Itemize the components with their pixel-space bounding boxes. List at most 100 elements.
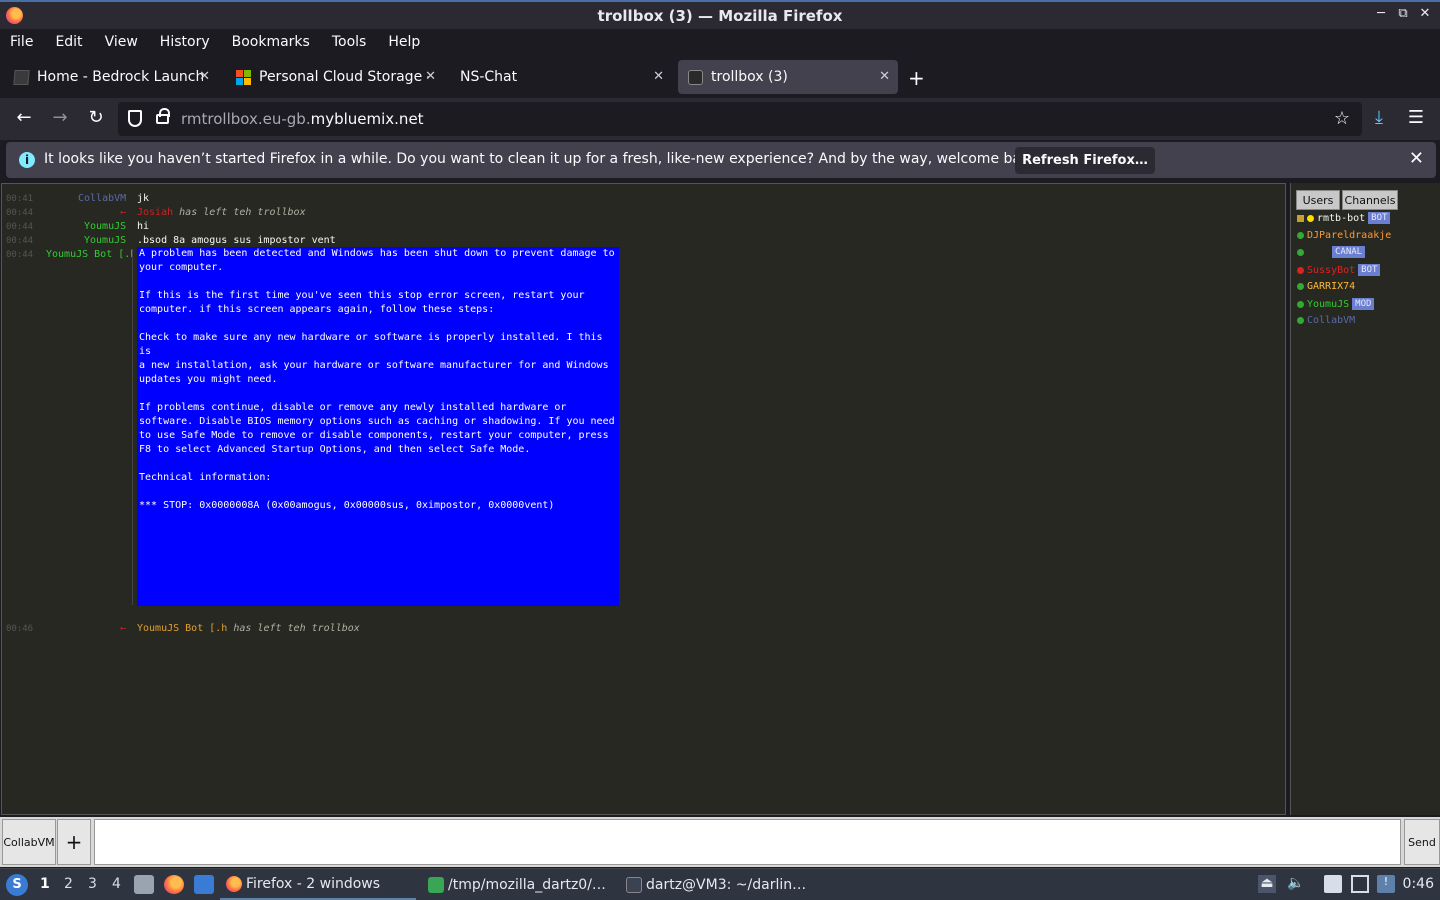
trollbox-shield-icon	[688, 69, 703, 85]
info-icon: i	[19, 152, 35, 168]
clipboard-icon[interactable]	[1324, 875, 1342, 893]
user-item[interactable]: DJPareldraakje	[1297, 227, 1391, 243]
chat-message: 00:41 CollabVM jk	[2, 192, 1282, 206]
message-text: YoumuJS Bot [.h has left teh trollbox	[137, 623, 360, 634]
file-archive-icon	[428, 876, 444, 893]
page-content: 00:41 CollabVM jk 00:44 ← Josiah has lef…	[0, 183, 1440, 868]
chat-log[interactable]: 00:41 CollabVM jk 00:44 ← Josiah has lef…	[1, 183, 1286, 815]
restore-icon[interactable]: ⧉	[1396, 5, 1410, 23]
close-tab-icon[interactable]: ✕	[879, 69, 890, 84]
task-archive[interactable]: /tmp/mozilla_dartz0/…	[424, 869, 614, 900]
task-terminal[interactable]: dartz@VM3: ~/darlin…	[622, 869, 812, 900]
lock-icon[interactable]	[156, 108, 170, 124]
chat-message: 00:44 YoumuJS .bsod 8a amogus sus impost…	[2, 234, 1282, 248]
bsod-paragraph: If this is the first time you've seen th…	[139, 290, 585, 315]
user-sidebar: Users Channels rmtb-bot BOT DJPareldraak…	[1290, 183, 1440, 815]
chat-message: 00:44 ← Josiah has left teh trollbox	[2, 206, 1282, 220]
forward-arrow-icon[interactable]: →	[48, 107, 72, 128]
message-nick[interactable]: YoumuJS	[84, 221, 126, 232]
user-item[interactable]: CollabVM	[1297, 312, 1355, 328]
task-label: Firefox - 2 windows	[246, 875, 381, 892]
downloads-icon[interactable]: ⤓	[1367, 107, 1391, 128]
tab-trollbox[interactable]: trollbox (3) ✕	[678, 60, 898, 94]
tracking-protection-shield-icon[interactable]	[128, 110, 142, 127]
message-text: .bsod 8a amogus sus impostor vent	[137, 235, 336, 246]
task-label: dartz@VM3: ~/darlin…	[646, 876, 807, 893]
address-bar[interactable]: rmtrollbox.eu-gb.mybluemix.net ☆	[118, 102, 1362, 136]
menu-history[interactable]: History	[160, 34, 210, 50]
tab-users[interactable]: Users	[1296, 190, 1340, 210]
message-nick[interactable]: CollabVM	[78, 193, 126, 204]
message-nick[interactable]: YoumuJS Bot [.h	[46, 249, 132, 260]
tab-bedrock-launcher[interactable]: Home - Bedrock Launche ✕	[4, 60, 218, 94]
window-controls: ─ ⧉ ✕	[1374, 5, 1432, 23]
close-tab-icon[interactable]: ✕	[199, 69, 210, 84]
tab-strip: Home - Bedrock Launche ✕ Personal Cloud …	[0, 56, 1440, 98]
message-input[interactable]	[94, 819, 1401, 865]
hamburger-menu-icon[interactable]: ☰	[1404, 107, 1428, 128]
refresh-firefox-button[interactable]: Refresh Firefox…	[1015, 147, 1155, 174]
message-nick[interactable]: YoumuJS	[84, 235, 126, 246]
firefox-launcher-icon[interactable]	[164, 875, 184, 894]
task-firefox[interactable]: Firefox - 2 windows	[220, 869, 416, 900]
workspace-2[interactable]: 2	[64, 876, 73, 892]
user-item[interactable]: GARRIX74	[1297, 278, 1355, 294]
user-badge: CANAL	[1332, 246, 1366, 258]
window-titlebar: trollbox (3) — Mozilla Firefox ─ ⧉ ✕	[0, 0, 1440, 29]
navigation-toolbar: ← → ↻ rmtrollbox.eu-gb.mybluemix.net ☆ ⤓…	[0, 98, 1440, 140]
user-badge: BOT	[1358, 264, 1381, 276]
network-icon[interactable]	[1351, 875, 1369, 893]
new-tab-icon[interactable]: +	[908, 66, 925, 90]
send-button[interactable]: Send	[1404, 819, 1440, 865]
tab-label: NS-Chat	[460, 69, 518, 85]
close-notification-icon[interactable]: ✕	[1409, 148, 1424, 169]
menu-tools[interactable]: Tools	[332, 34, 367, 50]
menu-view[interactable]: View	[105, 34, 138, 50]
chat-message: 00:46 ← YoumuJS Bot [.h has left teh tro…	[2, 622, 1282, 636]
tab-label: Personal Cloud Storage -	[259, 69, 429, 85]
user-item[interactable]: YoumuJS MOD	[1297, 296, 1375, 312]
user-item[interactable]: rmtb-bot BOT	[1297, 210, 1391, 226]
workspace-3[interactable]: 3	[88, 876, 97, 892]
bookmark-star-icon[interactable]: ☆	[1334, 108, 1350, 129]
message-text: Josiah has left teh trollbox	[137, 207, 306, 218]
tab-ns-chat[interactable]: NS-Chat ✕	[450, 60, 672, 94]
workspace-4[interactable]: 4	[112, 876, 121, 892]
tab-personal-cloud-storage[interactable]: Personal Cloud Storage - ✕	[226, 60, 444, 94]
message-time: 00:44	[6, 236, 34, 246]
user-name: GARRIX74	[1307, 280, 1356, 292]
bsod-paragraph: If problems continue, disable or remove …	[139, 402, 615, 455]
minimize-icon[interactable]: ─	[1374, 5, 1388, 23]
back-arrow-icon[interactable]: ←	[12, 107, 36, 128]
user-item[interactable]: CANAL	[1297, 244, 1366, 260]
close-window-icon[interactable]: ✕	[1418, 5, 1432, 23]
user-name: DJPareldraakje	[1307, 229, 1392, 241]
bsod-paragraph: Check to make sure any new hardware or s…	[139, 332, 609, 385]
leave-arrow-icon: ←	[120, 623, 127, 634]
file-manager-icon[interactable]	[134, 875, 154, 894]
status-dot-icon	[1297, 231, 1304, 239]
tab-channels[interactable]: Channels	[1342, 190, 1398, 210]
bsod-message: A problem has been detected and Windows …	[137, 247, 619, 606]
eject-icon[interactable]: ⏏	[1258, 875, 1276, 893]
close-tab-icon[interactable]: ✕	[425, 69, 436, 84]
window-title: trollbox (3) — Mozilla Firefox	[597, 6, 843, 25]
url-text[interactable]: rmtrollbox.eu-gb.mybluemix.net	[181, 110, 424, 128]
user-item[interactable]: SussyBot BOT	[1297, 262, 1381, 278]
menu-file[interactable]: File	[10, 34, 33, 50]
volume-icon[interactable]: 🔈	[1287, 875, 1305, 893]
add-button[interactable]: +	[57, 819, 91, 865]
desktop-icon[interactable]	[194, 875, 214, 894]
channel-button[interactable]: CollabVM	[2, 819, 56, 865]
terminal-icon	[626, 876, 642, 893]
updates-icon[interactable]: !	[1377, 875, 1395, 893]
menu-help[interactable]: Help	[388, 34, 420, 50]
start-menu-icon[interactable]: S	[6, 874, 28, 896]
workspace-1[interactable]: 1	[40, 876, 50, 892]
reload-icon[interactable]: ↻	[84, 107, 108, 128]
menu-bookmarks[interactable]: Bookmarks	[232, 34, 310, 50]
notification-text: It looks like you haven’t started Firefo…	[44, 151, 1043, 167]
close-tab-icon[interactable]: ✕	[653, 69, 664, 84]
microsoft-logo-icon	[236, 69, 251, 85]
menu-edit[interactable]: Edit	[55, 34, 82, 50]
